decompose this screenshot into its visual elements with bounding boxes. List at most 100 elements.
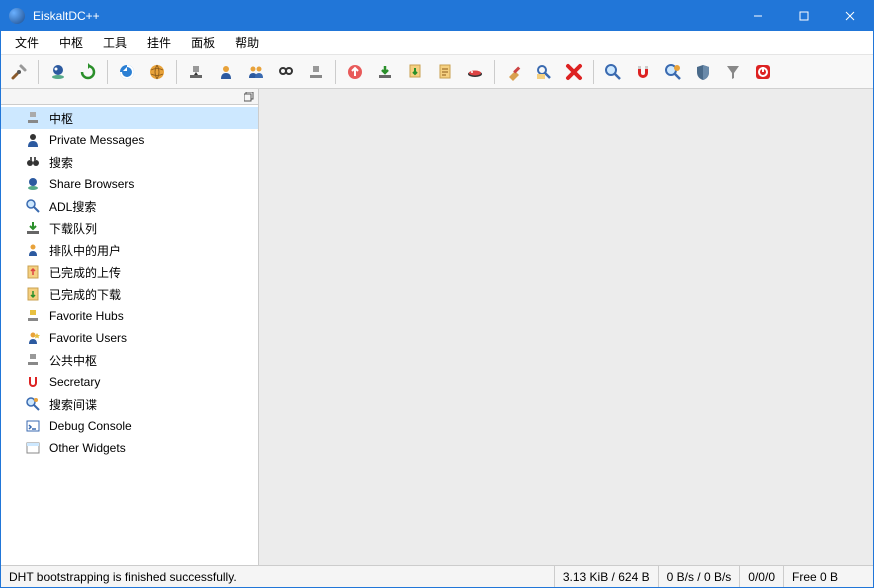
magnet-small-icon [25, 374, 41, 390]
toolbar-separator [335, 60, 336, 84]
search-doc-small-icon [25, 198, 41, 214]
settings-icon[interactable] [5, 58, 33, 86]
quit-icon[interactable] [749, 58, 777, 86]
hub-icon[interactable] [461, 58, 489, 86]
toolbar-separator [38, 60, 39, 84]
favorite-users-icon[interactable] [212, 58, 240, 86]
finished-upload-icon[interactable] [341, 58, 369, 86]
clear-icon[interactable] [500, 58, 528, 86]
sidebar-item-13[interactable]: 搜索间谍 [1, 393, 258, 415]
sidebar-item-2[interactable]: 搜索 [1, 151, 258, 173]
globe-icon[interactable] [143, 58, 171, 86]
sidebar-item-label: Other Widgets [49, 441, 126, 455]
toolbar-separator [593, 60, 594, 84]
sidebar-item-15[interactable]: Other Widgets [1, 437, 258, 459]
hub-small-icon [25, 110, 41, 126]
menu-widgets[interactable]: 挂件 [137, 32, 181, 53]
sidebar-item-4[interactable]: ADL搜索 [1, 195, 258, 217]
toolbar-separator [494, 60, 495, 84]
status-bar: DHT bootstrapping is finished successful… [1, 565, 873, 587]
open-file-icon[interactable] [431, 58, 459, 86]
toolbar-separator [107, 60, 108, 84]
search-icon[interactable] [599, 58, 627, 86]
sidebar-item-7[interactable]: 已完成的上传 [1, 261, 258, 283]
finished-download-icon[interactable] [371, 58, 399, 86]
close-button[interactable] [827, 1, 873, 31]
spy-small-icon [25, 396, 41, 412]
toolbar [1, 55, 873, 89]
public-hub-small-icon [25, 352, 41, 368]
upload-done-small-icon [25, 264, 41, 280]
download-queue-icon[interactable] [182, 58, 210, 86]
public-hubs-icon[interactable] [302, 58, 330, 86]
sidebar-item-label: 搜索 [49, 154, 73, 171]
search-spy-icon[interactable] [272, 58, 300, 86]
sidebar-item-label: 公共中枢 [49, 352, 97, 369]
download-done-small-icon [25, 286, 41, 302]
sidebar-item-label: Secretary [49, 375, 100, 389]
sidebar-item-12[interactable]: Secretary [1, 371, 258, 393]
sidebar-item-5[interactable]: 下载队列 [1, 217, 258, 239]
sidebar-header [1, 89, 258, 105]
widgets-small-icon [25, 440, 41, 456]
sidebar-item-1[interactable]: Private Messages [1, 129, 258, 151]
sidebar-item-label: 中枢 [49, 110, 73, 127]
minimize-button[interactable] [735, 1, 781, 31]
sidebar-item-label: 排队中的用户 [49, 242, 121, 259]
sidebar-item-label: Share Browsers [49, 177, 134, 191]
content-area [259, 89, 873, 565]
console-small-icon [25, 418, 41, 434]
adl-search-icon[interactable] [530, 58, 558, 86]
sidebar-item-3[interactable]: Share Browsers [1, 173, 258, 195]
toolbar-separator [176, 60, 177, 84]
sidebar-item-label: Favorite Hubs [49, 309, 124, 323]
users-queue-icon[interactable] [242, 58, 270, 86]
status-slots: 0/0/0 [739, 566, 783, 587]
sidebar-item-10[interactable]: Favorite Users [1, 327, 258, 349]
sidebar-item-14[interactable]: Debug Console [1, 415, 258, 437]
window-title: EiskaltDC++ [33, 9, 735, 23]
own-filelist-icon[interactable] [44, 58, 72, 86]
sidebar-item-label: 已完成的上传 [49, 264, 121, 281]
sidebar-item-0[interactable]: 中枢 [1, 107, 258, 129]
download-small-icon [25, 220, 41, 236]
sidebar-item-label: ADL搜索 [49, 198, 96, 215]
menu-help[interactable]: 帮助 [225, 32, 269, 53]
sidebar-item-9[interactable]: Favorite Hubs [1, 305, 258, 327]
sidebar-item-label: 已完成的下载 [49, 286, 121, 303]
folder-user-small-icon [25, 176, 41, 192]
restore-icon[interactable] [244, 92, 254, 102]
fav-user-small-icon [25, 330, 41, 346]
sidebar-item-6[interactable]: 排队中的用户 [1, 239, 258, 261]
main-area: 中枢 Private Messages 搜索 Share Browsers ADL搜索下… [1, 89, 873, 565]
menu-hub[interactable]: 中枢 [49, 32, 93, 53]
menu-bar: 文件 中枢 工具 挂件 面板 帮助 [1, 31, 873, 55]
sidebar-item-label: 搜索间谍 [49, 396, 97, 413]
hash-progress-icon[interactable] [113, 58, 141, 86]
sidebar: 中枢 Private Messages 搜索 Share Browsers ADL搜索下… [1, 89, 259, 565]
sidebar-item-label: 下载队列 [49, 220, 97, 237]
sidebar-item-11[interactable]: 公共中枢 [1, 349, 258, 371]
fav-hub-small-icon [25, 308, 41, 324]
sidebar-item-label: Debug Console [49, 419, 132, 433]
delete-icon[interactable] [560, 58, 588, 86]
sidebar-item-label: Private Messages [49, 133, 144, 147]
binoculars-small-icon [25, 154, 41, 170]
status-message: DHT bootstrapping is finished successful… [1, 570, 554, 584]
search-spy2-icon[interactable] [659, 58, 687, 86]
maximize-button[interactable] [781, 1, 827, 31]
users-queue-small-icon [25, 242, 41, 258]
magnet-icon[interactable] [629, 58, 657, 86]
status-share: 3.13 KiB / 624 B [554, 566, 658, 587]
status-free: Free 0 B [783, 566, 873, 587]
menu-tools[interactable]: 工具 [93, 32, 137, 53]
shield-icon[interactable] [689, 58, 717, 86]
menu-file[interactable]: 文件 [5, 32, 49, 53]
app-icon [9, 8, 25, 24]
menu-panels[interactable]: 面板 [181, 32, 225, 53]
download-folder-icon[interactable] [401, 58, 429, 86]
sidebar-item-8[interactable]: 已完成的下载 [1, 283, 258, 305]
sidebar-item-label: Favorite Users [49, 331, 127, 345]
refresh-share-icon[interactable] [74, 58, 102, 86]
filter-icon[interactable] [719, 58, 747, 86]
